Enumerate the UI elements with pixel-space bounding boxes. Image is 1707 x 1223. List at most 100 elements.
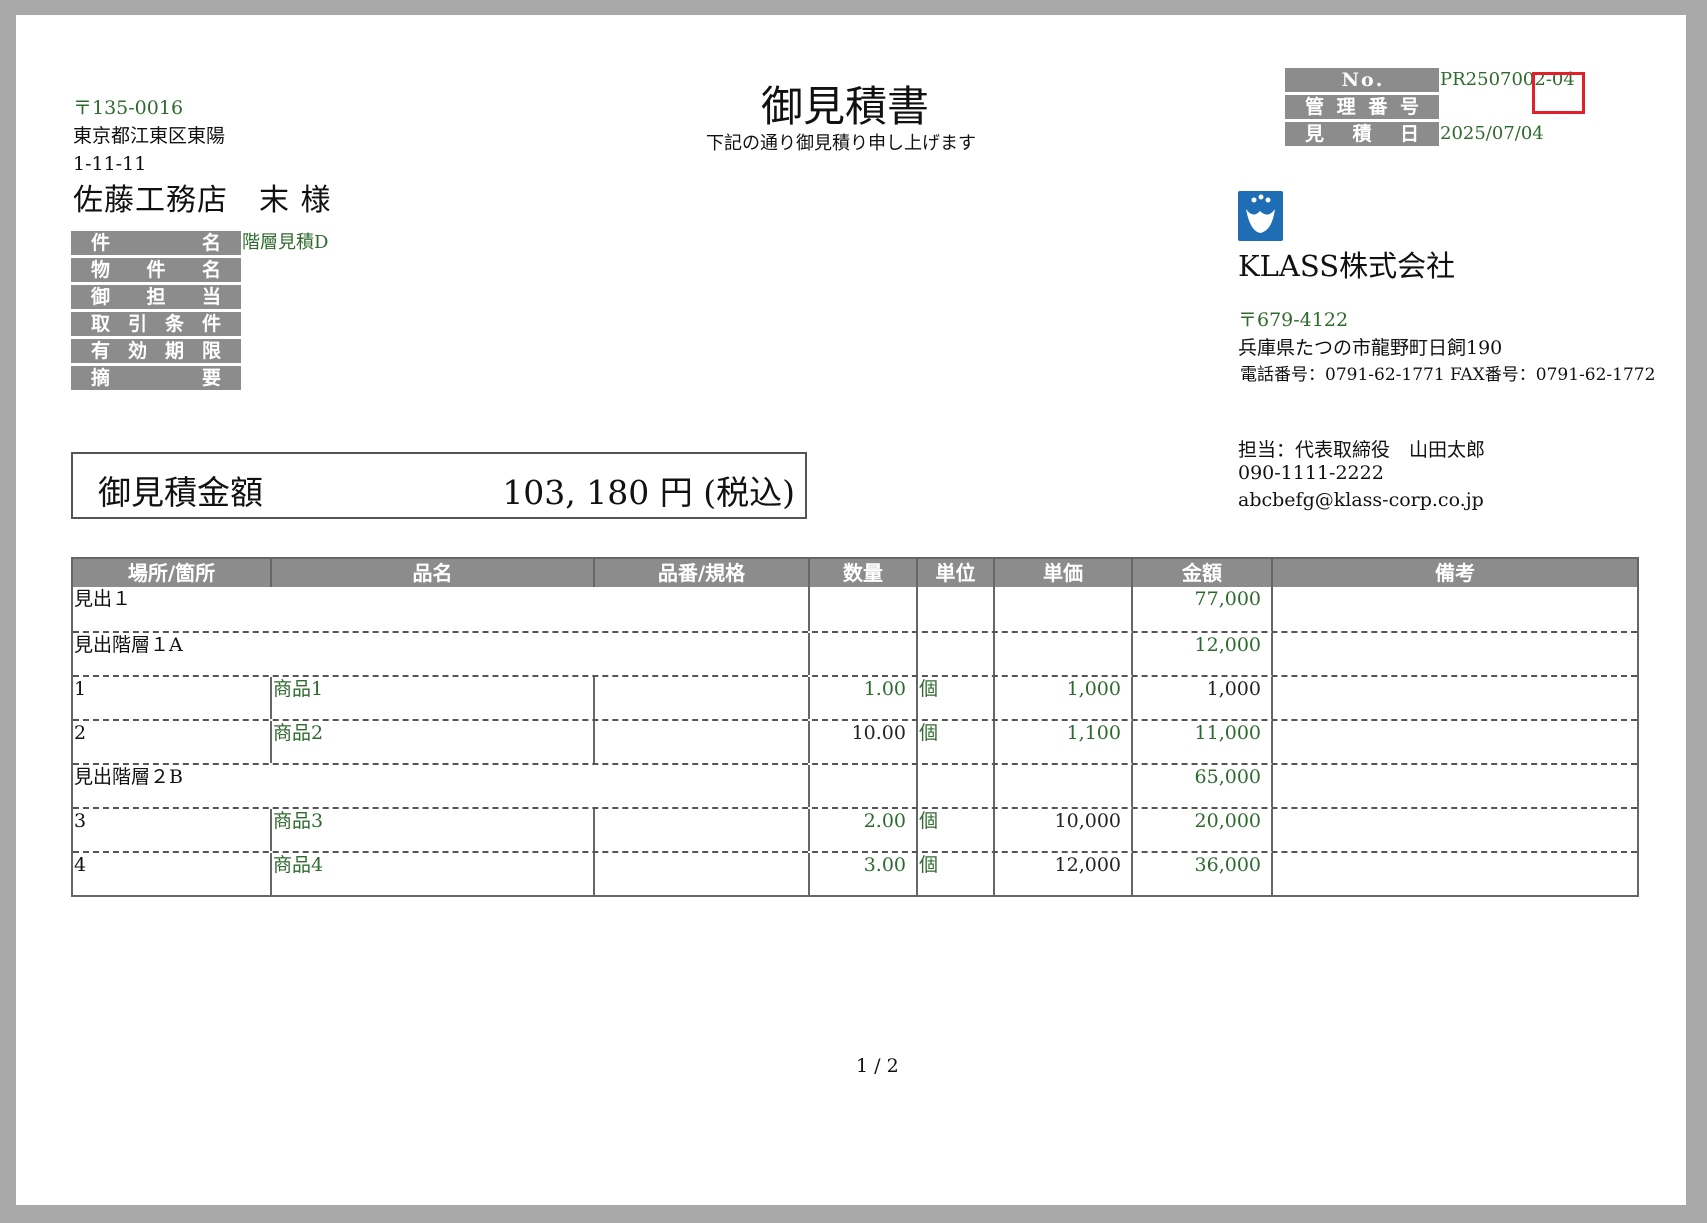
no-label: No. <box>1285 68 1439 92</box>
row-item: 商品3 <box>272 809 595 851</box>
row-amount: 11,000 <box>1133 721 1273 763</box>
company-logo-icon <box>1238 191 1283 241</box>
row-item: 商品2 <box>272 721 595 763</box>
row-qty: 3.00 <box>810 853 918 895</box>
table-row: 3 商品3 2.00 個 10,000 20,000 <box>73 807 1637 851</box>
total-box: 御見積金額 103, 180 円 (税込) <box>71 452 807 519</box>
row-price <box>995 587 1133 631</box>
company-address: 兵庫県たつの市龍野町日飼190 <box>1238 337 1503 359</box>
estimate-date-label: 見積日 <box>1285 122 1439 146</box>
document-title: 御見積書 <box>761 82 930 131</box>
customer-address-line2: 1-11-11 <box>73 153 147 175</box>
row-unit <box>918 633 995 675</box>
col-place: 場所/箇所 <box>73 559 272 587</box>
customer-name: 佐藤工務店 末 様 <box>73 183 332 218</box>
row-place: 1 <box>73 677 272 719</box>
row-heading: 見出階層２B <box>73 765 810 807</box>
table-row: 1 商品1 1.00 個 1,000 1,000 <box>73 675 1637 719</box>
row-amount: 65,000 <box>1133 765 1273 807</box>
row-spec <box>595 853 810 895</box>
row-note <box>1273 587 1637 631</box>
row-amount: 77,000 <box>1133 587 1273 631</box>
row-unit <box>918 765 995 807</box>
document-subtitle: 下記の通り御見積り申し上げます <box>706 133 976 154</box>
row-qty <box>810 587 918 631</box>
row-price: 1,100 <box>995 721 1133 763</box>
row-heading: 見出階層１A <box>73 633 810 675</box>
company-mobile: 090-1111-2222 <box>1238 462 1384 484</box>
company-contact: 担当：代表取締役 山田太郎 <box>1238 439 1486 461</box>
estimate-date: 2025/07/04 <box>1440 123 1544 144</box>
row-qty: 2.00 <box>810 809 918 851</box>
row-price <box>995 633 1133 675</box>
row-note <box>1273 721 1637 763</box>
col-unit: 単位 <box>918 559 995 587</box>
col-amount: 金額 <box>1133 559 1273 587</box>
field-label-3: 取引条件 <box>71 312 241 336</box>
row-unit: 個 <box>918 853 995 895</box>
row-note <box>1273 633 1637 675</box>
row-spec <box>595 721 810 763</box>
col-price: 単価 <box>995 559 1133 587</box>
row-amount: 12,000 <box>1133 633 1273 675</box>
row-place: 3 <box>73 809 272 851</box>
field-label-2: 御担当 <box>71 285 241 309</box>
table-header: 場所/箇所 品名 品番/規格 数量 単位 単価 金額 備考 <box>73 557 1637 587</box>
table-row: 見出階層２B 65,000 <box>73 763 1637 807</box>
table-body: 見出１ 77,000 見出階層１A 12,000 1 商品1 1.00 個 1,000 1,000… <box>73 587 1637 895</box>
total-label: 御見積金額 <box>98 473 263 512</box>
customer-address-line1: 東京都江東区東陽 <box>73 125 226 147</box>
row-unit: 個 <box>918 809 995 851</box>
row-qty: 1.00 <box>810 677 918 719</box>
management-number-label: 管理番号 <box>1285 95 1439 119</box>
row-unit: 個 <box>918 677 995 719</box>
row-qty <box>810 633 918 675</box>
row-qty: 10.00 <box>810 721 918 763</box>
company-email: abcbefg@klass-corp.co.jp <box>1238 489 1484 511</box>
row-qty <box>810 765 918 807</box>
row-unit: 個 <box>918 721 995 763</box>
row-note <box>1273 809 1637 851</box>
row-heading: 見出１ <box>73 587 810 631</box>
row-note <box>1273 853 1637 895</box>
company-phone: 電話番号：0791-62-1771 FAX番号：0791-62-1772 <box>1240 365 1656 385</box>
col-note: 備考 <box>1435 561 1475 585</box>
field-label-1: 物件名 <box>71 258 241 282</box>
estimate-document: 〒135-0016 東京都江東区東陽 1-11-11 佐藤工務店 末 様 御見積… <box>16 15 1686 1205</box>
page-number: 1 / 2 <box>856 1055 899 1077</box>
col-qty: 数量 <box>810 559 918 587</box>
customer-address: 〒135-0016 東京都江東区東陽 1-11-11 <box>73 94 225 178</box>
table-row: 見出階層１A 12,000 <box>73 631 1637 675</box>
field-label-5: 摘要 <box>71 366 241 390</box>
row-price: 10,000 <box>995 809 1133 851</box>
row-price <box>995 765 1133 807</box>
field-label-4: 有効期限 <box>71 339 241 363</box>
highlight-box <box>1532 72 1585 114</box>
row-amount: 20,000 <box>1133 809 1273 851</box>
row-amount: 36,000 <box>1133 853 1273 895</box>
total-amount: 103, 180 円 (税込) <box>502 473 795 512</box>
row-amount: 1,000 <box>1133 677 1273 719</box>
row-place: 2 <box>73 721 272 763</box>
customer-postal: 〒135-0016 <box>73 97 184 119</box>
row-place: 4 <box>73 853 272 895</box>
col-spec: 品番/規格 <box>595 559 810 587</box>
row-item: 商品1 <box>272 677 595 719</box>
row-spec <box>595 677 810 719</box>
table-row: 4 商品4 3.00 個 12,000 36,000 <box>73 851 1637 895</box>
row-note <box>1273 677 1637 719</box>
table-row: 2 商品2 10.00 個 1,100 11,000 <box>73 719 1637 763</box>
company-name: KLASS株式会社 <box>1238 249 1456 283</box>
field-label-0: 件名 <box>71 231 241 255</box>
row-item: 商品4 <box>272 853 595 895</box>
row-price: 1,000 <box>995 677 1133 719</box>
company-postal: 〒679-4122 <box>1238 309 1349 331</box>
table-row: 見出１ 77,000 <box>73 587 1637 631</box>
row-spec <box>595 809 810 851</box>
estimate-table: 場所/箇所 品名 品番/規格 数量 単位 単価 金額 備考 見出１ 77,000 見… <box>71 557 1639 897</box>
row-unit <box>918 587 995 631</box>
row-note <box>1273 765 1637 807</box>
field-value-0: 階層見積D <box>242 232 329 253</box>
row-price: 12,000 <box>995 853 1133 895</box>
col-item: 品名 <box>272 559 595 587</box>
